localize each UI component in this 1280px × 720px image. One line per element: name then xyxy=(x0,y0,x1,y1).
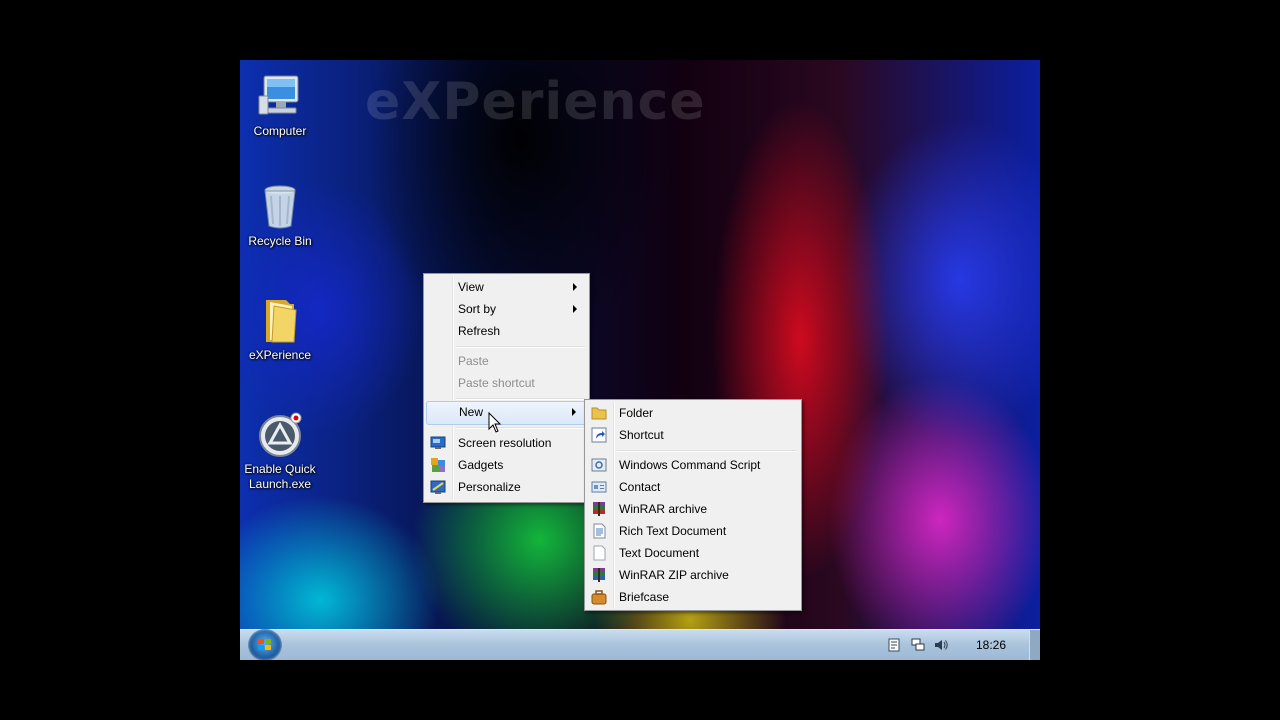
menu-item-label: WinRAR ZIP archive xyxy=(619,568,729,582)
menu-separator xyxy=(456,398,585,400)
menu-item-label: Paste xyxy=(458,354,489,368)
submenu-arrow-icon xyxy=(573,305,577,313)
submenu-arrow-icon xyxy=(572,408,576,416)
briefcase-icon xyxy=(591,589,607,605)
taskbar: 18:26 xyxy=(240,629,1040,660)
shortcut-icon xyxy=(591,427,607,443)
menu-item-refresh[interactable]: Refresh xyxy=(426,320,587,342)
desktop-context-menu: View Sort by Refresh Paste Paste shortcu… xyxy=(423,273,590,503)
command-script-icon xyxy=(591,457,607,473)
menu-item-label: View xyxy=(458,280,484,294)
desktop-icon-label: Recycle Bin xyxy=(248,234,312,248)
menu-item-label: Shortcut xyxy=(619,428,664,442)
action-center-icon[interactable] xyxy=(887,638,901,652)
start-button[interactable] xyxy=(248,629,282,660)
menu-item-gadgets[interactable]: Gadgets xyxy=(426,454,587,476)
desktop-icon-label: Computer xyxy=(253,124,307,138)
screen-resolution-icon xyxy=(430,435,446,451)
menu-item-paste[interactable]: Paste xyxy=(426,350,587,372)
rich-text-icon xyxy=(591,523,607,539)
desktop-icon-recycle-bin[interactable]: Recycle Bin xyxy=(240,182,320,249)
desktop-icon-label: eXPerience xyxy=(248,348,312,362)
desktop-icon-computer[interactable]: Computer xyxy=(240,72,320,139)
recycle-bin-icon xyxy=(256,182,304,230)
menu-item-label: Gadgets xyxy=(458,458,504,472)
menu-item-view[interactable]: View xyxy=(426,276,587,298)
menu-item-label: New xyxy=(459,405,484,419)
desktop[interactable]: eXPerience Computer Recycle Bin eXPerien… xyxy=(240,60,1040,660)
menu-item-label: Screen resolution xyxy=(458,436,552,450)
show-desktop-button[interactable] xyxy=(1029,630,1040,660)
taskbar-clock[interactable]: 18:26 xyxy=(976,638,1006,652)
gadgets-icon xyxy=(430,457,446,473)
personalize-icon xyxy=(430,479,446,495)
menu-item-label: Refresh xyxy=(458,324,501,338)
contact-icon xyxy=(591,479,607,495)
desktop-icon-experience[interactable]: eXPerience xyxy=(240,296,320,363)
wallpaper-watermark: eXPerience xyxy=(365,72,706,132)
menu-item-label: Windows Command Script xyxy=(619,458,761,472)
menu-separator xyxy=(617,450,797,452)
new-item-shortcut[interactable]: Shortcut xyxy=(587,424,799,446)
computer-icon xyxy=(256,72,304,120)
menu-item-label: Sort by xyxy=(458,302,497,316)
menu-item-label: Contact xyxy=(619,480,661,494)
windows-logo-icon xyxy=(258,639,272,652)
desktop-icon-enable-quick-launch[interactable]: Enable Quick Launch.exe xyxy=(240,410,320,492)
new-item-winrar-zip-archive[interactable]: WinRAR ZIP archive xyxy=(587,564,799,586)
menu-item-personalize[interactable]: Personalize xyxy=(426,476,587,498)
text-document-icon xyxy=(591,545,607,561)
new-item-winrar-archive[interactable]: WinRAR archive xyxy=(587,498,799,520)
winrar-icon xyxy=(591,501,607,517)
app-icon xyxy=(256,410,304,458)
new-item-briefcase[interactable]: Briefcase xyxy=(587,586,799,608)
menu-item-label: Briefcase xyxy=(619,590,670,604)
menu-item-paste-shortcut[interactable]: Paste shortcut xyxy=(426,372,587,394)
folder-icon xyxy=(256,296,304,344)
menu-item-label: WinRAR archive xyxy=(619,502,708,516)
menu-item-label: Text Document xyxy=(619,546,700,560)
new-item-text-document[interactable]: Text Document xyxy=(587,542,799,564)
desktop-icon-label: Enable Quick Launch.exe xyxy=(244,462,316,491)
submenu-arrow-icon xyxy=(573,283,577,291)
menu-item-label: Paste shortcut xyxy=(458,376,535,390)
menu-item-label: Rich Text Document xyxy=(619,524,727,538)
new-item-windows-command-script[interactable]: Windows Command Script xyxy=(587,454,799,476)
menu-item-label: Personalize xyxy=(458,480,521,494)
folder-icon xyxy=(591,405,607,421)
winrar-zip-icon xyxy=(591,567,607,583)
new-item-rich-text-document[interactable]: Rich Text Document xyxy=(587,520,799,542)
menu-item-label: Folder xyxy=(619,406,654,420)
new-submenu: Folder Shortcut Windows Command Script C… xyxy=(584,399,802,611)
network-icon[interactable] xyxy=(911,638,925,652)
new-item-contact[interactable]: Contact xyxy=(587,476,799,498)
menu-item-screen-resolution[interactable]: Screen resolution xyxy=(426,432,587,454)
menu-separator xyxy=(456,346,585,348)
volume-icon[interactable] xyxy=(934,638,948,652)
menu-separator xyxy=(456,427,585,429)
menu-item-sort-by[interactable]: Sort by xyxy=(426,298,587,320)
menu-item-new[interactable]: New xyxy=(426,401,587,425)
new-item-folder[interactable]: Folder xyxy=(587,402,799,424)
